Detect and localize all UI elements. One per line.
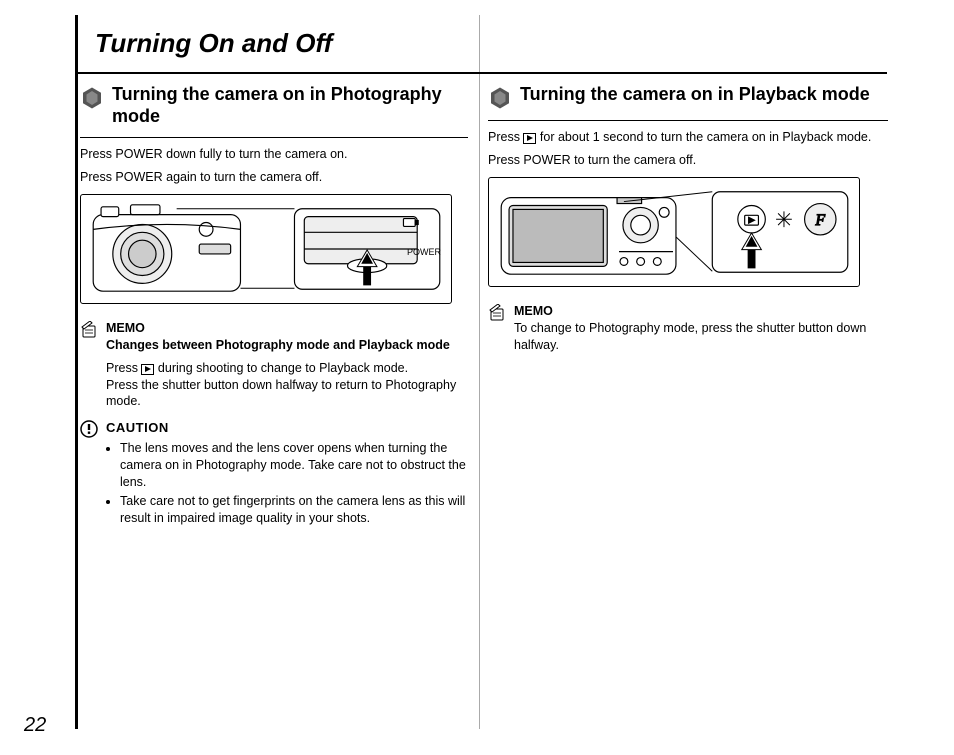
- right-column: Turning the camera on in Playback mode P…: [488, 80, 888, 359]
- page-number: 22: [24, 714, 46, 737]
- section-head-photography: Turning the camera on in Photography mod…: [80, 80, 468, 137]
- memo-pencil-icon: [488, 304, 506, 322]
- body-text: Press POWER again to turn the camera off…: [80, 169, 468, 186]
- memo-text: To change to Photography mode, press the…: [514, 320, 888, 354]
- section-rule-right: [488, 120, 888, 121]
- play-icon: [141, 364, 154, 375]
- page-left-rule: [75, 15, 78, 729]
- caution-icon: [80, 420, 98, 438]
- left-column: Turning the camera on in Photography mod…: [80, 80, 468, 529]
- illustration-playback: F: [488, 177, 860, 287]
- svg-text:F: F: [814, 212, 825, 229]
- play-icon: [523, 133, 536, 144]
- body-text: Press POWER down fully to turn the camer…: [80, 146, 468, 163]
- caution-item: Take care not to get fingerprints on the…: [120, 493, 468, 527]
- section-title-photography: Turning the camera on in Photography mod…: [112, 84, 468, 127]
- caution-item: The lens moves and the lens cover opens …: [120, 440, 468, 491]
- memo-block-left: MEMO Changes between Photography mode an…: [80, 320, 468, 354]
- caution-block: CAUTION: [80, 420, 468, 438]
- body-text: Press POWER to turn the camera off.: [488, 152, 888, 169]
- memo-text: Press the shutter button down halfway to…: [80, 377, 468, 411]
- caution-label: CAUTION: [106, 420, 169, 438]
- memo-pencil-icon: [80, 321, 98, 339]
- hex-bullet-icon: [80, 86, 104, 110]
- section-rule-left: [80, 137, 468, 138]
- title-rule: [75, 72, 887, 74]
- power-label-text: POWER: [407, 247, 441, 257]
- center-divider: [479, 15, 480, 729]
- page-title: Turning On and Off: [95, 28, 332, 59]
- section-title-playback: Turning the camera on in Playback mode: [520, 84, 870, 106]
- illustration-photography: POWER: [80, 194, 452, 304]
- hex-bullet-icon: [488, 86, 512, 110]
- section-head-playback: Turning the camera on in Playback mode: [488, 80, 888, 120]
- memo-block-right: MEMO To change to Photography mode, pres…: [488, 303, 888, 354]
- caution-list: The lens moves and the lens cover opens …: [80, 440, 468, 526]
- memo-label: MEMO: [106, 320, 468, 337]
- memo-text: Press during shooting to change to Playb…: [80, 360, 468, 377]
- body-text: Press for about 1 second to turn the cam…: [488, 129, 888, 146]
- memo-label: MEMO: [514, 303, 888, 320]
- memo-subtitle: Changes between Photography mode and Pla…: [106, 337, 468, 354]
